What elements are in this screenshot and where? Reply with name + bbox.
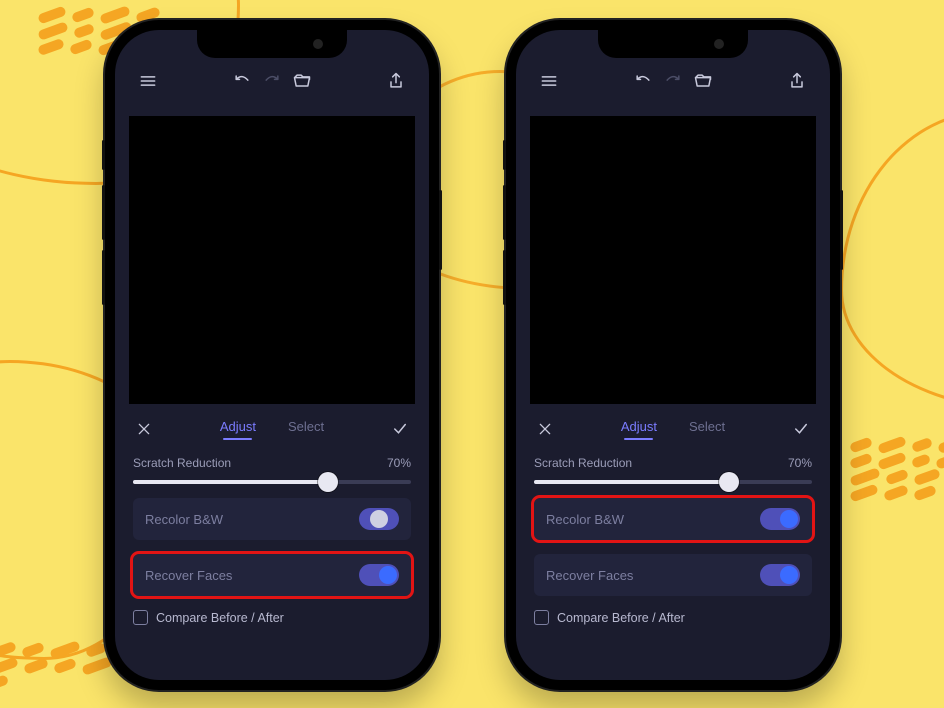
toggle-recover-faces[interactable]: Recover Faces bbox=[534, 554, 812, 596]
compare-before-after[interactable]: Compare Before / After bbox=[534, 610, 812, 625]
checkbox-icon[interactable] bbox=[534, 610, 549, 625]
menu-icon[interactable] bbox=[133, 66, 163, 96]
tab-select[interactable]: Select bbox=[689, 419, 725, 440]
screen: .photo-bw .p-bg{fill:#4c4c4c} .photo-bw … bbox=[115, 30, 429, 680]
check-icon[interactable] bbox=[790, 418, 812, 440]
switch-recolor[interactable] bbox=[359, 508, 399, 530]
close-icon[interactable] bbox=[534, 418, 556, 440]
photo-preview[interactable]: .photo-color .p-bg{fill:#6a6b3c} .photo-… bbox=[530, 116, 816, 404]
compare-before-after[interactable]: Compare Before / After bbox=[133, 610, 411, 625]
slider-thumb[interactable] bbox=[318, 472, 338, 492]
toggle-recover-faces[interactable]: Recover Faces bbox=[133, 554, 411, 596]
tab-select[interactable]: Select bbox=[288, 419, 324, 440]
slider-label: Scratch Reduction bbox=[133, 456, 231, 470]
toggle-label: Recover Faces bbox=[546, 568, 633, 583]
tab-adjust[interactable]: Adjust bbox=[220, 419, 256, 440]
scratch-reduction-slider[interactable]: Scratch Reduction 70% bbox=[133, 456, 411, 484]
slider-fill bbox=[133, 480, 328, 484]
folder-open-icon[interactable] bbox=[287, 66, 317, 96]
phone-notch bbox=[197, 30, 347, 58]
slider-track[interactable] bbox=[133, 480, 411, 484]
toggle-recolor-bw[interactable]: Recolor B&W bbox=[133, 498, 411, 540]
toggle-label: Recolor B&W bbox=[145, 512, 223, 527]
slider-value: 70% bbox=[387, 456, 411, 470]
tab-adjust[interactable]: Adjust bbox=[621, 419, 657, 440]
undo-icon[interactable] bbox=[628, 66, 658, 96]
phone-notch bbox=[598, 30, 748, 58]
screen: .photo-color .p-bg{fill:#6a6b3c} .photo-… bbox=[516, 30, 830, 680]
check-icon[interactable] bbox=[389, 418, 411, 440]
scratch-reduction-slider[interactable]: Scratch Reduction 70% bbox=[534, 456, 812, 484]
checkbox-icon[interactable] bbox=[133, 610, 148, 625]
slider-track[interactable] bbox=[534, 480, 812, 484]
controls-panel: Adjust Select Scratch Reduction 70% bbox=[516, 404, 830, 680]
compare-label: Compare Before / After bbox=[156, 611, 284, 625]
toggle-recolor-bw[interactable]: Recolor B&W bbox=[534, 498, 812, 540]
slider-fill bbox=[534, 480, 729, 484]
compare-label: Compare Before / After bbox=[557, 611, 685, 625]
switch-recover[interactable] bbox=[760, 564, 800, 586]
undo-icon[interactable] bbox=[227, 66, 257, 96]
menu-icon[interactable] bbox=[534, 66, 564, 96]
slider-value: 70% bbox=[788, 456, 812, 470]
redo-icon bbox=[658, 66, 688, 96]
folder-open-icon[interactable] bbox=[688, 66, 718, 96]
close-icon[interactable] bbox=[133, 418, 155, 440]
phone-mockup-left: .photo-bw .p-bg{fill:#4c4c4c} .photo-bw … bbox=[105, 20, 439, 690]
app-top-bar bbox=[516, 60, 830, 102]
share-icon[interactable] bbox=[381, 66, 411, 96]
switch-recover[interactable] bbox=[359, 564, 399, 586]
slider-thumb[interactable] bbox=[719, 472, 739, 492]
toggle-label: Recolor B&W bbox=[546, 512, 624, 527]
share-icon[interactable] bbox=[782, 66, 812, 96]
photo-preview[interactable]: .photo-bw .p-bg{fill:#4c4c4c} .photo-bw … bbox=[129, 116, 415, 404]
controls-panel: Adjust Select Scratch Reduction 70% bbox=[115, 404, 429, 680]
redo-icon bbox=[257, 66, 287, 96]
switch-recolor[interactable] bbox=[760, 508, 800, 530]
phone-mockup-right: .photo-color .p-bg{fill:#6a6b3c} .photo-… bbox=[506, 20, 840, 690]
app-top-bar bbox=[115, 60, 429, 102]
slider-label: Scratch Reduction bbox=[534, 456, 632, 470]
toggle-label: Recover Faces bbox=[145, 568, 232, 583]
